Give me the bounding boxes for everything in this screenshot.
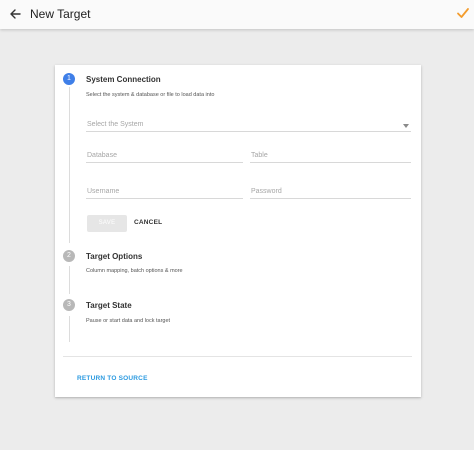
step-1-indicator: 1	[63, 73, 75, 85]
back-button[interactable]	[7, 6, 23, 22]
step-3-subtitle: Pause or start data and lock target	[86, 318, 171, 324]
table-input[interactable]: Table	[250, 151, 411, 163]
check-icon	[457, 8, 469, 18]
card-divider	[63, 356, 412, 357]
username-placeholder: Username	[87, 188, 120, 195]
system-select[interactable]: Select the System	[86, 120, 411, 132]
database-placeholder: Database	[87, 152, 117, 159]
step-1-subtitle: Select the system & database or file to …	[86, 92, 215, 98]
step-connector	[69, 266, 70, 294]
password-input[interactable]: Password	[250, 187, 411, 199]
save-button[interactable]: SAVE	[87, 215, 127, 232]
password-placeholder: Password	[251, 188, 282, 195]
step-2-title: Target Options	[86, 252, 143, 261]
step-2-subtitle: Column mapping, batch options & more	[86, 268, 183, 274]
app-bar: New Target	[0, 0, 474, 29]
database-input[interactable]: Database	[86, 151, 243, 163]
page-title: New Target	[30, 7, 91, 21]
step-connector	[69, 87, 70, 243]
table-placeholder: Table	[251, 152, 268, 159]
arrow-left-icon	[10, 9, 21, 19]
return-to-source-button[interactable]: RETURN TO SOURCE	[77, 375, 148, 382]
username-input[interactable]: Username	[86, 187, 243, 199]
step-connector	[69, 316, 70, 342]
cancel-button[interactable]: CANCEL	[134, 219, 162, 226]
confirm-button[interactable]	[456, 6, 470, 20]
dropdown-arrow-icon	[403, 124, 409, 128]
step-1-title: System Connection	[86, 75, 161, 84]
step-3-indicator: 3	[63, 299, 75, 311]
step-2-indicator: 2	[63, 250, 75, 262]
step-3-title: Target State	[86, 301, 132, 310]
system-select-placeholder: Select the System	[87, 121, 144, 128]
